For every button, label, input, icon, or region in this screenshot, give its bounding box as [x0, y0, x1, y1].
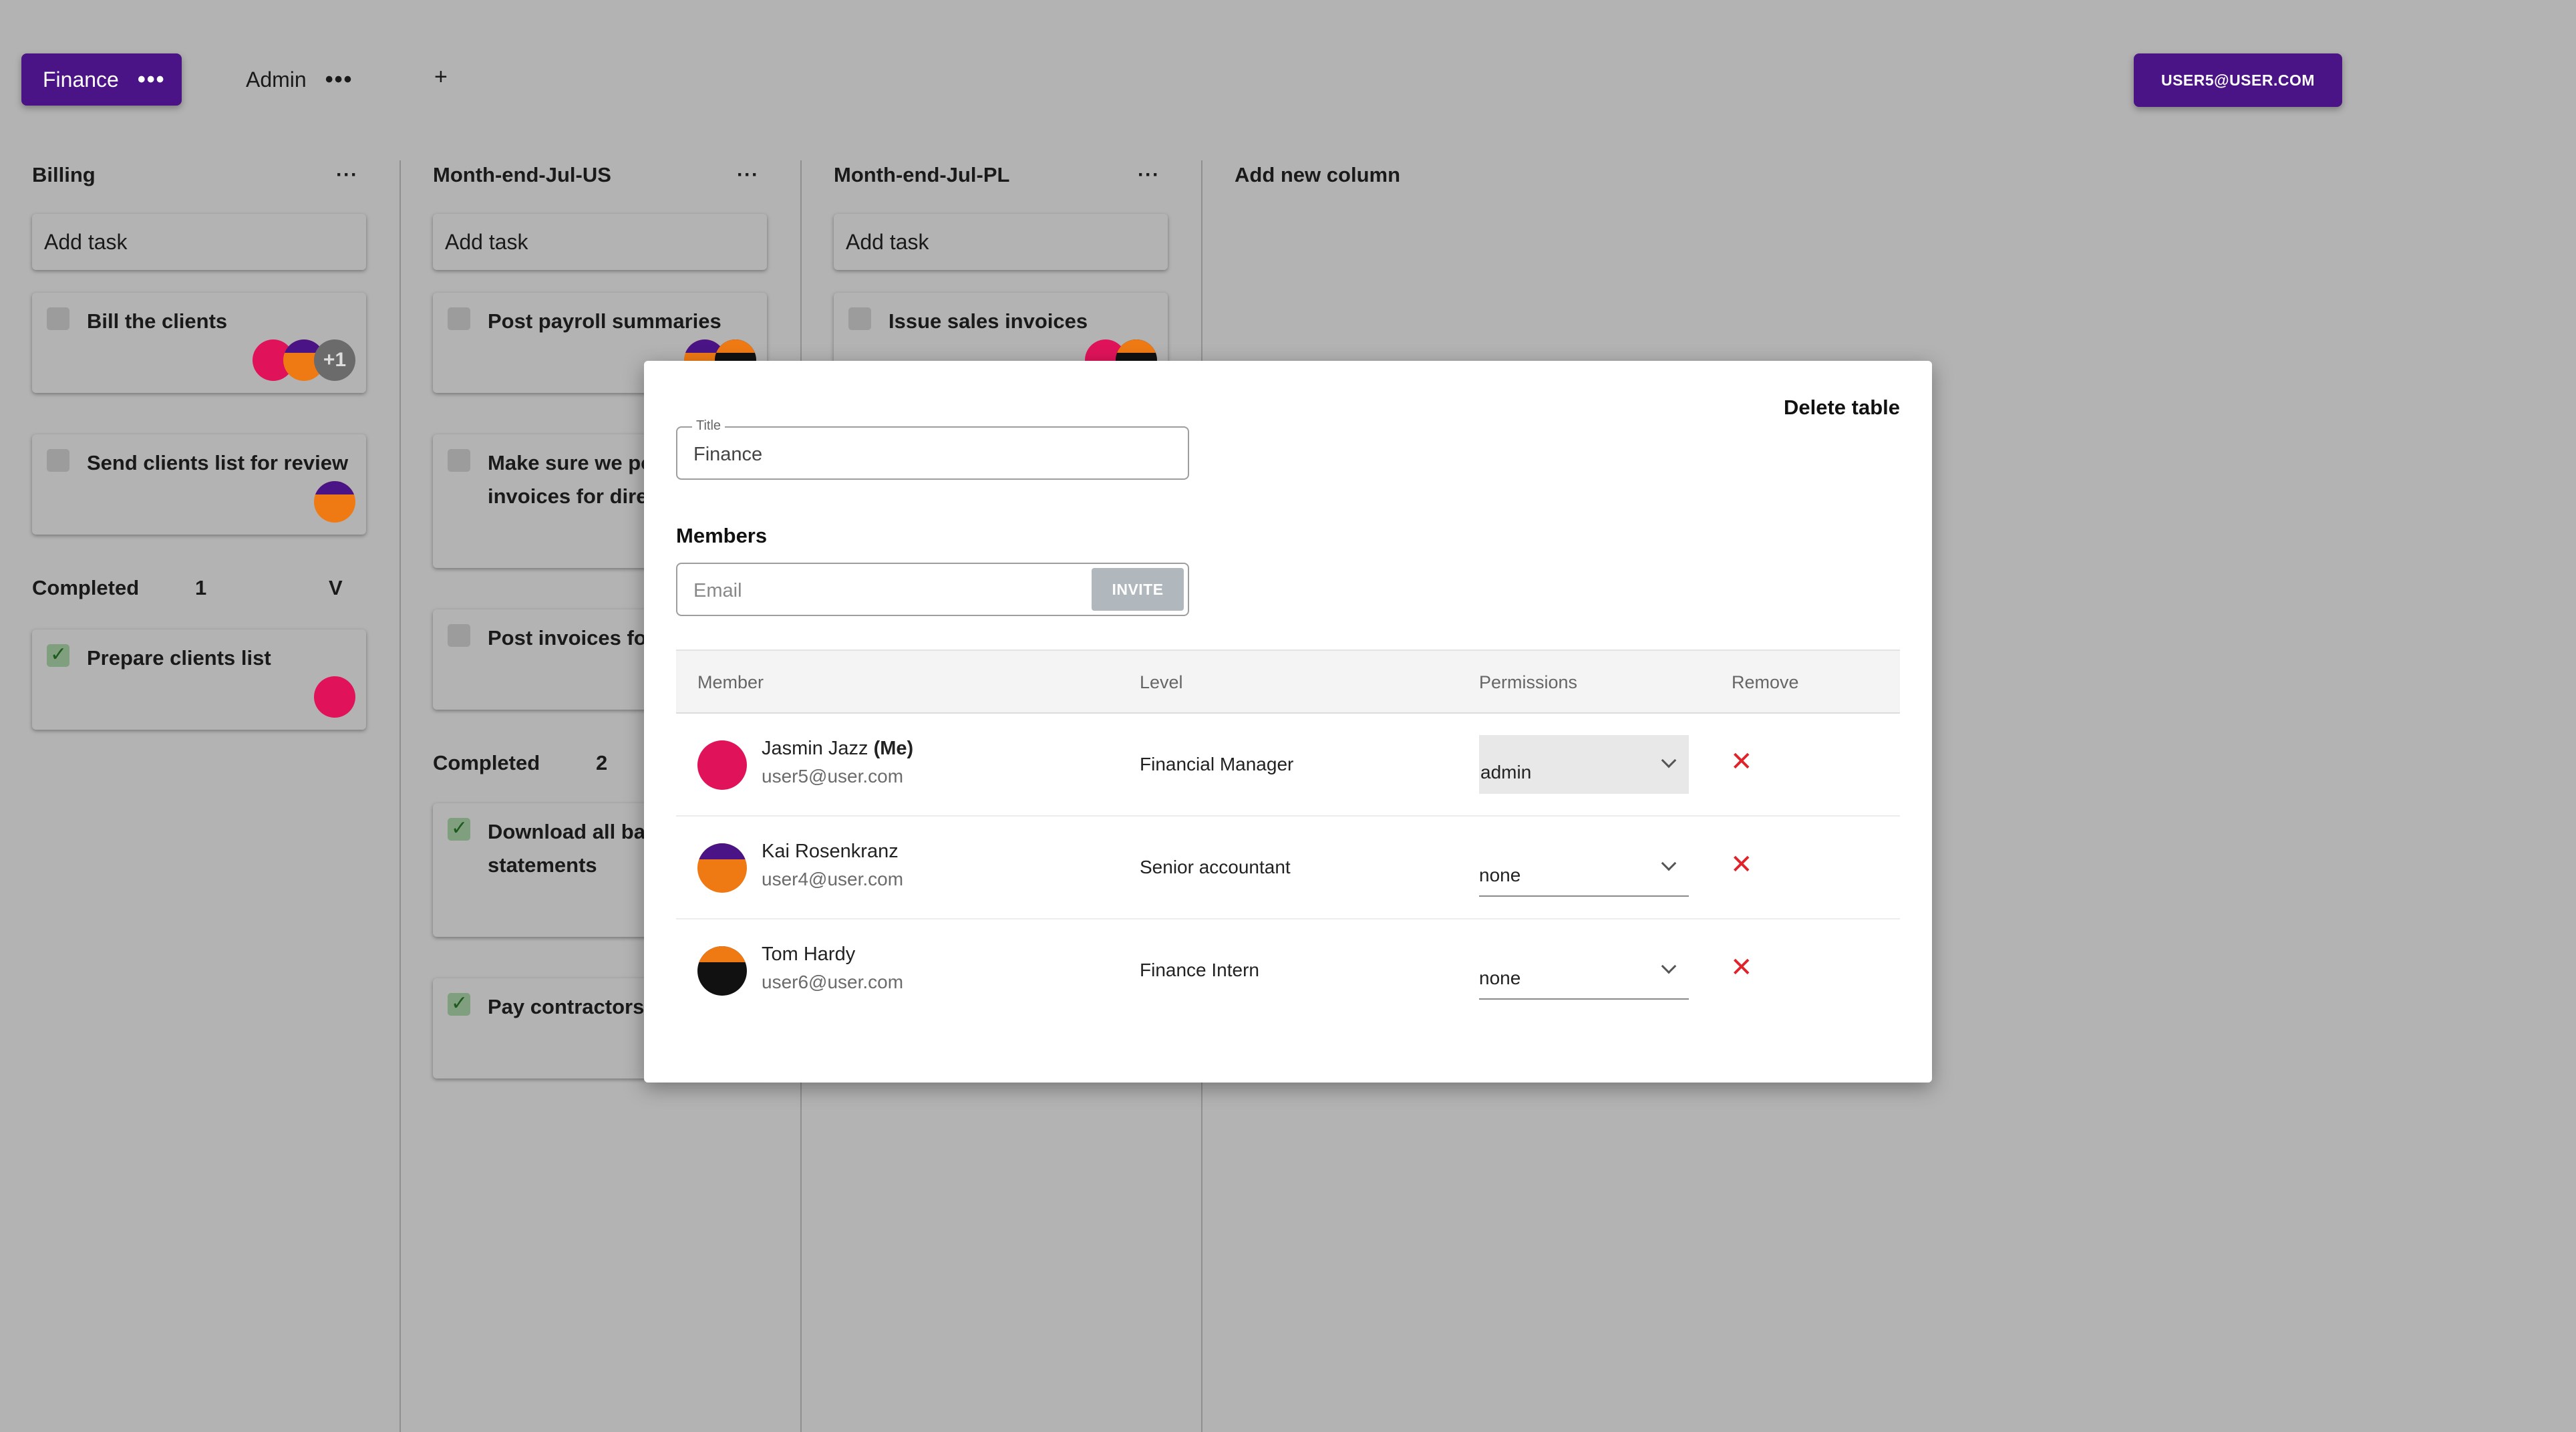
table-row: Kai Rosenkranz user4@user.com Senior acc… [676, 817, 1900, 919]
add-task-input[interactable]: Add task [32, 214, 366, 270]
column-header-remove: Remove [1732, 672, 1799, 692]
permission-value: admin [1480, 762, 1532, 782]
tab-admin-label: Admin [246, 67, 307, 92]
task-checkbox[interactable] [448, 449, 470, 472]
column-more-icon[interactable]: ··· [1138, 164, 1160, 186]
column-title[interactable]: Month-end-Jul-US [433, 163, 611, 187]
add-column-button[interactable]: Add new column [1235, 163, 1400, 187]
table-row: Jasmin Jazz (Me) user5@user.com Financia… [676, 714, 1900, 817]
task-checkbox[interactable] [448, 624, 470, 647]
completed-label: Completed [32, 576, 140, 599]
column-title[interactable]: Month-end-Jul-PL [834, 163, 1009, 187]
permission-select[interactable]: none [1479, 838, 1689, 897]
column-header: Month-end-Jul-US ··· [433, 163, 759, 187]
member-name-text: Jasmin Jazz [762, 738, 868, 759]
column-divider [399, 160, 401, 1432]
add-tab-button[interactable]: + [434, 64, 448, 90]
members-table: Member Level Permissions Remove Jasmin J… [676, 650, 1900, 1022]
completed-section-header[interactable]: Completed 1 V [32, 576, 358, 600]
completed-label: Completed [433, 751, 540, 774]
task-title: Issue sales invoices [889, 309, 1088, 333]
task-assignees: +1 [253, 339, 355, 381]
member-me-tag: (Me) [873, 738, 914, 759]
member-level: Finance Intern [1140, 960, 1259, 980]
chevron-down-icon [1661, 752, 1677, 768]
column-header-member: Member [697, 672, 764, 692]
table-row: Tom Hardy user6@user.com Finance Intern … [676, 919, 1900, 1022]
task-card[interactable]: Bill the clients +1 [32, 293, 366, 393]
invite-button[interactable]: INVITE [1092, 568, 1184, 611]
member-name: Jasmin Jazz (Me) [762, 738, 913, 760]
avatar [314, 481, 355, 523]
member-name: Tom Hardy [762, 944, 856, 965]
task-checkbox-checked[interactable] [448, 992, 470, 1016]
avatar [697, 946, 747, 996]
members-heading: Members [676, 524, 768, 547]
task-checkbox[interactable] [47, 449, 69, 472]
tab-finance-label: Finance [43, 67, 119, 92]
tab-admin-more-icon[interactable]: ••• [325, 68, 353, 91]
task-checkbox-checked[interactable] [47, 643, 69, 667]
column-header-level: Level [1140, 672, 1183, 692]
remove-member-icon[interactable]: ✕ [1730, 748, 1753, 775]
avatar [314, 676, 355, 718]
add-task-input[interactable]: Add task [433, 214, 767, 270]
task-assignees [314, 481, 355, 523]
add-task-input[interactable]: Add task [834, 214, 1168, 270]
task-checkbox[interactable] [448, 307, 470, 330]
task-checkbox[interactable] [47, 307, 69, 330]
task-title: Send clients list for review [87, 451, 349, 474]
column-header-permissions: Permissions [1479, 672, 1578, 692]
column-header: Month-end-Jul-PL ··· [834, 163, 1160, 187]
completed-toggle-icon[interactable]: V [329, 576, 343, 600]
invite-form: Email INVITE [676, 563, 1189, 616]
remove-member-icon[interactable]: ✕ [1730, 851, 1753, 878]
permission-select[interactable]: admin [1479, 735, 1689, 794]
title-field-value[interactable]: Finance [693, 444, 762, 466]
avatar [697, 843, 747, 893]
permission-value: none [1479, 865, 1521, 885]
title-field-label: Title [692, 418, 726, 434]
chevron-down-icon [1661, 855, 1677, 871]
email-input[interactable]: Email [693, 580, 742, 602]
avatar-overflow-count: +1 [314, 339, 355, 381]
member-email: user6@user.com [762, 972, 904, 992]
tab-finance-more-icon[interactable]: ••• [138, 68, 166, 91]
members-table-header: Member Level Permissions Remove [676, 650, 1900, 714]
column-more-icon[interactable]: ··· [336, 164, 358, 186]
member-name: Kai Rosenkranz [762, 841, 899, 862]
permission-select[interactable]: none [1479, 941, 1689, 1000]
column-title[interactable]: Billing [32, 163, 96, 187]
chevron-down-icon [1661, 958, 1677, 974]
task-title: Bill the clients [87, 309, 228, 333]
member-email: user4@user.com [762, 869, 904, 889]
title-field[interactable]: Title Finance [676, 418, 1189, 480]
member-email: user5@user.com [762, 766, 904, 786]
task-assignees [314, 676, 355, 718]
column-more-icon[interactable]: ··· [737, 164, 759, 186]
tab-finance[interactable]: Finance ••• [21, 53, 182, 106]
column-header: Billing ··· [32, 163, 358, 187]
avatar [697, 740, 747, 790]
task-title: Post payroll summaries [488, 309, 721, 333]
tab-admin[interactable]: Admin ••• [246, 53, 353, 106]
completed-count: 2 [596, 751, 608, 774]
completed-count: 1 [195, 576, 207, 599]
table-settings-dialog: Delete table Title Finance Members Email… [644, 361, 1932, 1083]
task-title: Prepare clients list [87, 646, 271, 670]
permission-value: none [1479, 968, 1521, 988]
task-checkbox-checked[interactable] [448, 817, 470, 841]
user-account-button[interactable]: USER5@USER.COM [2134, 53, 2342, 107]
remove-member-icon[interactable]: ✕ [1730, 954, 1753, 981]
task-card[interactable]: Send clients list for review [32, 434, 366, 535]
delete-table-button[interactable]: Delete table [1784, 396, 1900, 420]
member-level: Senior accountant [1140, 857, 1291, 877]
task-card[interactable]: Prepare clients list [32, 629, 366, 730]
member-level: Financial Manager [1140, 754, 1294, 774]
task-checkbox[interactable] [848, 307, 871, 330]
